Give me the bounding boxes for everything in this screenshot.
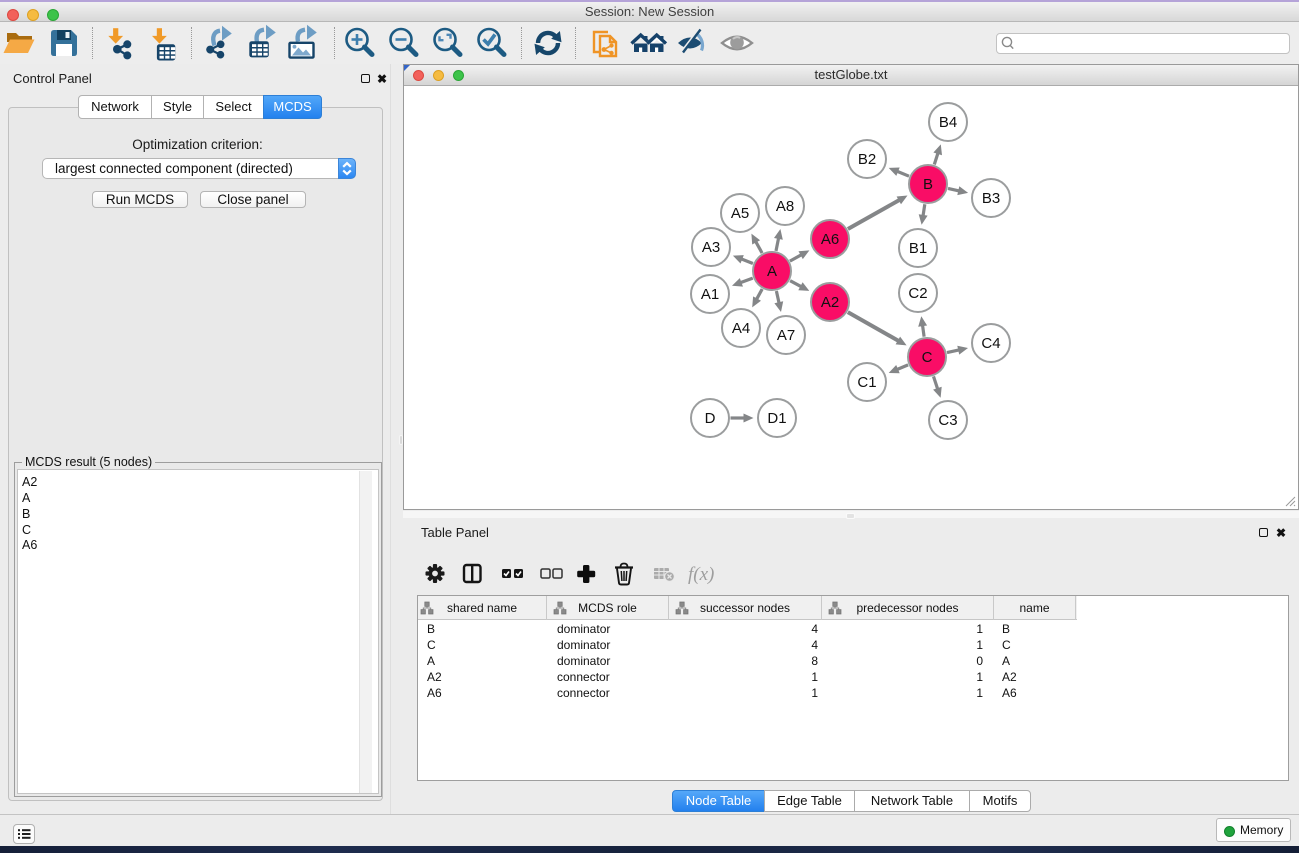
svg-text:B: B (923, 176, 933, 193)
svg-text:B2: B2 (858, 151, 876, 168)
svg-text:D: D (705, 410, 716, 427)
svg-text:C2: C2 (908, 285, 927, 302)
svg-text:A4: A4 (732, 320, 750, 337)
svg-text:A2: A2 (821, 294, 839, 311)
svg-text:B4: B4 (939, 114, 957, 131)
svg-text:A3: A3 (702, 239, 720, 256)
svg-text:A8: A8 (776, 198, 794, 215)
svg-text:D1: D1 (767, 410, 786, 427)
svg-text:A5: A5 (731, 205, 749, 222)
svg-text:f(x): f(x) (688, 564, 714, 585)
svg-text:B3: B3 (982, 190, 1000, 207)
svg-text:C4: C4 (981, 335, 1000, 352)
svg-text:C3: C3 (938, 412, 957, 429)
svg-text:A1: A1 (701, 286, 719, 303)
svg-text:C1: C1 (857, 374, 876, 391)
svg-text:A: A (767, 263, 777, 280)
svg-text:B1: B1 (909, 240, 927, 257)
svg-text:A6: A6 (821, 231, 839, 248)
svg-text:C: C (922, 349, 933, 366)
svg-text:A7: A7 (777, 327, 795, 344)
